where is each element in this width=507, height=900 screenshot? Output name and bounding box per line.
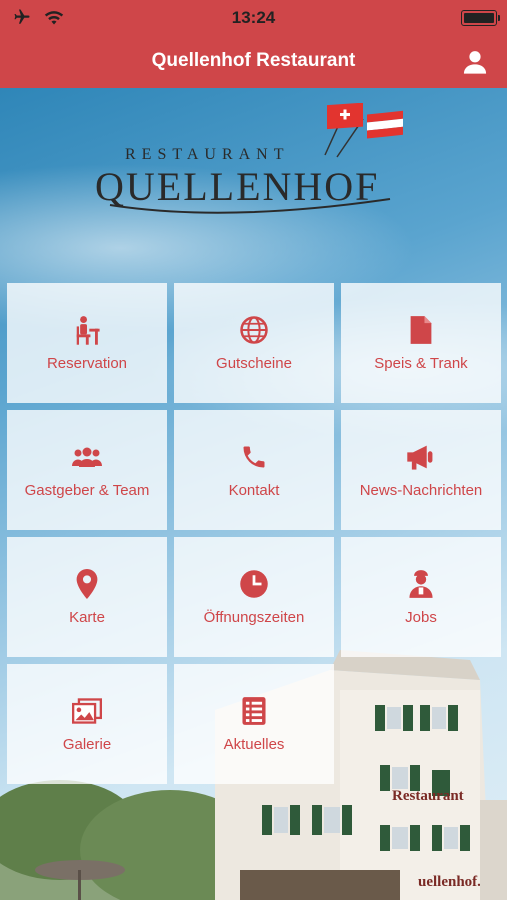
status-bar: 13:24 bbox=[0, 0, 507, 36]
menu-tile-galerie[interactable]: Galerie bbox=[7, 664, 167, 784]
menu-label-speis-trank: Speis & Trank bbox=[374, 355, 468, 372]
menu-tile-karte[interactable]: Karte bbox=[7, 537, 167, 657]
group-icon bbox=[72, 447, 102, 467]
menu-label-news: News-Nachrichten bbox=[359, 482, 483, 499]
menu-label-galerie: Galerie bbox=[62, 736, 112, 753]
list-icon bbox=[242, 697, 266, 725]
battery-icon bbox=[461, 10, 500, 26]
hero-background: RESTAURANT QUELLENHOF Restaurant uellenh… bbox=[0, 88, 507, 900]
menu-label-gutscheine: Gutscheine bbox=[216, 355, 292, 372]
phone-icon bbox=[243, 446, 265, 468]
user-icon bbox=[463, 51, 487, 74]
status-time: 13:24 bbox=[231, 8, 276, 27]
building-sign-quellenhof: uellenhof. bbox=[418, 874, 481, 890]
menu-tile-reservation[interactable]: Reservation bbox=[7, 283, 167, 403]
map-pin-icon bbox=[76, 569, 98, 599]
menu-tile-news[interactable]: News-Nachrichten bbox=[341, 410, 501, 530]
megaphone-icon bbox=[407, 445, 433, 470]
photos-icon bbox=[72, 698, 102, 724]
menu-label-gastgeber-team: Gastgeber & Team bbox=[24, 482, 150, 499]
menu-label-oeffnungszeiten: Öffnungszeiten bbox=[203, 609, 305, 626]
menu-tile-speis-trank[interactable]: Speis & Trank bbox=[341, 283, 501, 403]
menu-label-aktuelles: Aktuelles bbox=[223, 736, 285, 753]
page-title: Quellenhof Restaurant bbox=[151, 50, 356, 71]
menu-tile-gutscheine[interactable]: Gutscheine bbox=[174, 283, 334, 403]
menu-label-karte: Karte bbox=[69, 609, 105, 626]
logo-swoosh bbox=[109, 198, 391, 214]
menu-label-kontakt: Kontakt bbox=[228, 482, 280, 499]
menu-tile-oeffnungszeiten[interactable]: Öffnungszeiten bbox=[174, 537, 334, 657]
menu-tile-aktuelles[interactable]: Aktuelles bbox=[174, 664, 334, 784]
restaurant-logo: RESTAURANT QUELLENHOF bbox=[95, 103, 415, 223]
menu-tile-kontakt[interactable]: Kontakt bbox=[174, 410, 334, 530]
nav-bar: Quellenhof Restaurant bbox=[0, 36, 507, 88]
globe-icon bbox=[240, 316, 268, 344]
clock-icon bbox=[240, 570, 268, 598]
flags-icon bbox=[324, 103, 403, 158]
document-icon bbox=[410, 316, 432, 344]
reservation-icon bbox=[76, 316, 100, 345]
menu-tile-gastgeber-team[interactable]: Gastgeber & Team bbox=[7, 410, 167, 530]
menu-label-reservation: Reservation bbox=[46, 355, 128, 372]
menu-label-jobs: Jobs bbox=[405, 609, 437, 626]
building-sign-restaurant: Restaurant bbox=[392, 788, 464, 804]
menu-tile-jobs[interactable]: Jobs bbox=[341, 537, 501, 657]
logo-subtitle: RESTAURANT bbox=[125, 146, 290, 163]
person-icon bbox=[409, 570, 433, 598]
user-profile-button[interactable] bbox=[461, 48, 489, 76]
